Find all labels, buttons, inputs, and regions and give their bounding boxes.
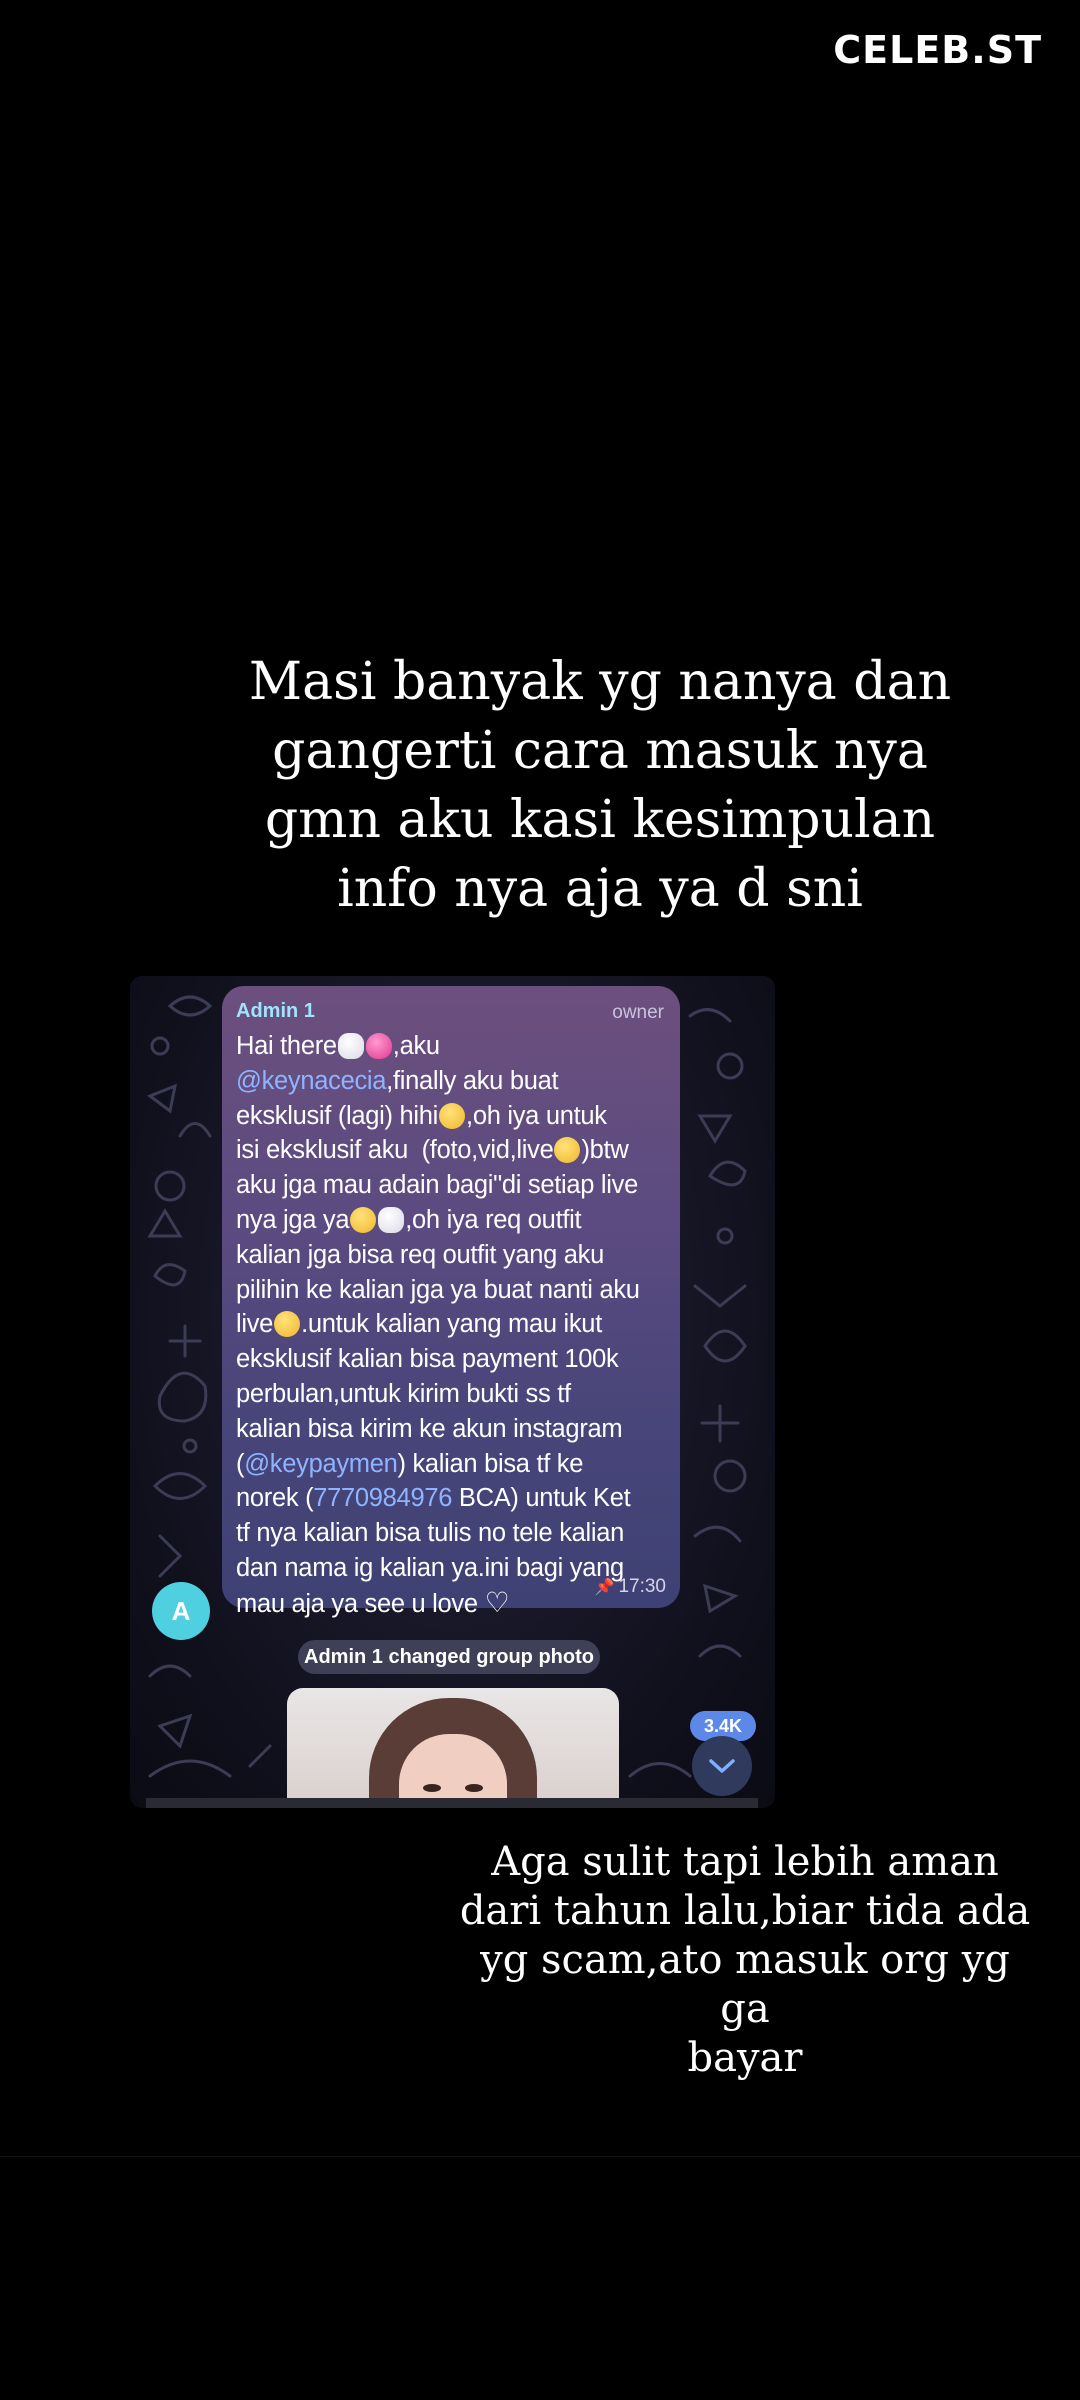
scroll-down-button[interactable]: [692, 1736, 752, 1796]
celebst-watermark: CELEB.ST: [833, 28, 1042, 72]
pink-heart-emoji-icon: [365, 1033, 392, 1059]
message-time: 📌 17:30: [595, 1576, 666, 1598]
chevron-down-icon: [709, 1759, 735, 1773]
chat-bottom-bar: [146, 1798, 758, 1808]
story-caption-bottom: Aga sulit tapi lebih aman dari tahun lal…: [459, 1839, 1031, 2081]
smiling-face-emoji-icon: [350, 1206, 377, 1233]
photo-eye: [465, 1784, 483, 1792]
account-number-link[interactable]: 7770984976: [313, 1484, 452, 1512]
sender-role-label: owner: [612, 1002, 664, 1023]
white-heart-icon: ♡: [484, 1586, 510, 1618]
shushing-face-emoji-icon: [439, 1102, 466, 1129]
shushing-face-emoji-icon: [274, 1311, 301, 1338]
telegram-screenshot: Admin 1 owner Hai there ,aku @keynacecia,…: [130, 976, 775, 1808]
group-photo-preview[interactable]: [287, 1688, 619, 1808]
story-caption-top: Masi banyak yg nanya dan gangerti cara m…: [248, 652, 952, 919]
message-text: Hai there ,aku @keynacecia,finally aku bu…: [236, 1029, 664, 1622]
mention-link[interactable]: @keynacecia: [236, 1067, 386, 1095]
sender-avatar[interactable]: A: [152, 1582, 210, 1640]
pin-icon: 📌: [594, 1579, 615, 1596]
message-time-text: 17:30: [618, 1576, 666, 1597]
sender-name[interactable]: Admin 1: [236, 1000, 664, 1023]
mention-link[interactable]: @keypaymen: [244, 1450, 398, 1478]
message-part: ,aku: [392, 1032, 440, 1060]
photo-eye: [423, 1784, 441, 1792]
waving-hand-emoji-icon: [337, 1033, 364, 1059]
story-divider: [0, 2156, 1080, 2157]
service-message: Admin 1 changed group photo: [298, 1640, 600, 1674]
message-bubble[interactable]: Admin 1 owner Hai there ,aku @keynacecia,…: [222, 986, 680, 1618]
message-part: Hai there: [236, 1032, 337, 1060]
money-wings-emoji-icon: [378, 1206, 405, 1233]
flushed-face-emoji-icon: [554, 1137, 581, 1164]
